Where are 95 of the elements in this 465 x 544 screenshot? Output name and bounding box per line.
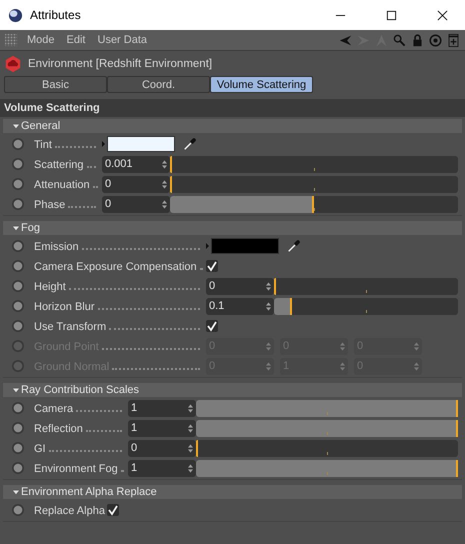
search-icon[interactable] — [393, 34, 406, 46]
cloud-icon — [4, 54, 22, 72]
field-label: Environment Fog — [34, 462, 126, 474]
spinner-icon[interactable] — [188, 424, 193, 432]
section-title: Environment Alpha Replace — [21, 486, 157, 498]
expanded-triangle-icon — [13, 123, 19, 129]
keyframe-icon[interactable] — [11, 157, 25, 171]
keyframe-icon[interactable] — [11, 503, 25, 517]
color-swatch[interactable] — [107, 136, 175, 152]
window-title: Attributes — [30, 8, 81, 22]
slider[interactable] — [274, 278, 458, 294]
keyframe-icon[interactable] — [11, 259, 25, 273]
slider[interactable] — [170, 156, 458, 172]
keyframe-icon[interactable] — [11, 239, 25, 253]
section-title: General — [21, 120, 60, 132]
field-label: Scattering — [34, 158, 100, 170]
spinner-icon[interactable] — [188, 404, 193, 412]
checkbox[interactable] — [206, 260, 218, 272]
number-field[interactable]: 0 — [206, 278, 274, 294]
spinner-icon[interactable] — [266, 282, 271, 290]
eyedropper-icon[interactable] — [287, 239, 301, 253]
section-header[interactable]: Fog — [3, 221, 462, 235]
field-label: Height — [34, 280, 204, 292]
spinner-icon[interactable] — [188, 444, 193, 452]
section-header[interactable]: General — [3, 119, 462, 133]
field-label: Attenuation — [34, 178, 100, 190]
number-field[interactable]: 0.1 — [206, 298, 274, 314]
checkbox[interactable] — [106, 504, 119, 516]
section-header[interactable]: Ray Contribution Scales — [3, 383, 462, 397]
checkbox[interactable] — [206, 320, 218, 332]
keyframe-icon[interactable] — [11, 177, 25, 191]
field-label: Camera — [34, 402, 126, 414]
number-field[interactable]: 0 — [128, 440, 196, 456]
number-field[interactable]: 1 — [128, 400, 196, 416]
field-label: Phase — [34, 198, 100, 210]
panel-title: Volume Scattering — [0, 99, 465, 117]
slider[interactable] — [274, 298, 458, 314]
number-field[interactable]: 1 — [128, 460, 196, 476]
tab[interactable]: Coord. — [107, 76, 210, 93]
keyframe-icon[interactable] — [11, 319, 25, 333]
keyframe-icon[interactable] — [11, 279, 25, 293]
back-arrow-icon[interactable] — [339, 34, 352, 46]
number-field[interactable]: 1 — [128, 420, 196, 436]
section-title: Ray Contribution Scales — [21, 384, 140, 396]
field-label: Horizon Blur — [34, 300, 204, 312]
menu-item[interactable]: User Data — [98, 34, 148, 46]
section-header[interactable]: Environment Alpha Replace — [3, 485, 462, 499]
keyframe-icon[interactable] — [11, 137, 25, 151]
field-label: GI — [34, 442, 126, 454]
expanded-triangle-icon — [13, 489, 19, 495]
app-icon — [8, 8, 23, 22]
field-label: Emission — [34, 240, 204, 252]
spinner-icon[interactable] — [162, 180, 167, 188]
tab[interactable]: Basic — [4, 76, 107, 93]
spinner-icon[interactable] — [162, 200, 167, 208]
keyframe-icon[interactable] — [11, 299, 25, 313]
expanded-triangle-icon — [13, 225, 19, 231]
number-field[interactable]: 0.001 — [102, 156, 170, 172]
spinner-icon[interactable] — [266, 302, 271, 310]
slider[interactable] — [196, 440, 458, 456]
menu-item[interactable]: Edit — [66, 34, 86, 46]
target-icon[interactable] — [429, 34, 442, 46]
close-icon[interactable] — [437, 10, 448, 20]
spinner-icon[interactable] — [162, 160, 167, 168]
slider[interactable] — [196, 460, 458, 476]
number-field[interactable]: 0 — [102, 196, 170, 212]
color-swatch[interactable] — [211, 238, 279, 254]
slider[interactable] — [196, 420, 458, 436]
caret-icon[interactable] — [206, 243, 209, 249]
field-label: Replace Alpha — [34, 504, 105, 516]
field-label: Camera Exposure Compensation — [34, 260, 204, 272]
tab[interactable]: Volume Scattering — [210, 76, 313, 93]
field-label: Use Transform — [34, 320, 204, 332]
new-panel-icon[interactable] — [447, 34, 460, 46]
keyframe-icon[interactable] — [11, 461, 25, 475]
field-label: Tint — [34, 138, 100, 150]
expanded-triangle-icon — [13, 387, 19, 393]
number-field[interactable]: 0 — [102, 176, 170, 192]
slider[interactable] — [196, 400, 458, 416]
spinner-icon[interactable] — [188, 464, 193, 472]
keyframe-icon[interactable] — [11, 197, 25, 211]
keyframe-icon[interactable] — [11, 401, 25, 415]
keyframe-icon[interactable] — [11, 441, 25, 455]
object-title: Environment [Redshift Environment] — [28, 58, 212, 70]
lock-icon[interactable] — [411, 34, 424, 46]
eyedropper-icon[interactable] — [183, 137, 197, 151]
grip-icon[interactable] — [5, 34, 17, 46]
maximize-icon[interactable] — [386, 10, 397, 20]
caret-icon[interactable] — [102, 141, 105, 147]
slider[interactable] — [170, 196, 458, 212]
slider[interactable] — [170, 176, 458, 192]
field-label: Reflection — [34, 422, 126, 434]
section-title: Fog — [21, 222, 40, 234]
menu-item[interactable]: Mode — [27, 34, 55, 46]
keyframe-icon[interactable] — [11, 421, 25, 435]
